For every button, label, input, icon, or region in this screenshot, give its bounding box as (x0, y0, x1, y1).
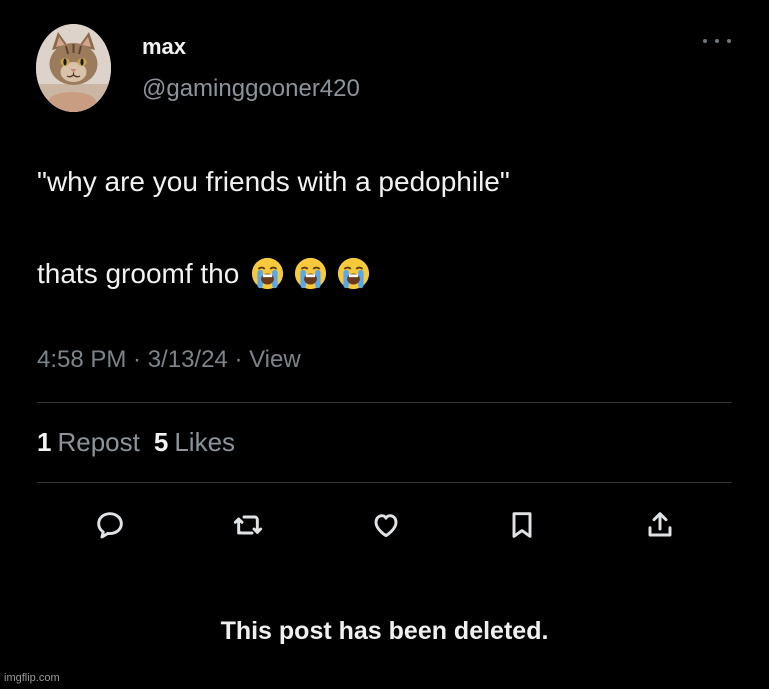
repost-icon (233, 515, 263, 535)
avatar[interactable] (36, 24, 111, 112)
repost-button[interactable] (228, 505, 268, 545)
action-bar (90, 505, 680, 545)
share-icon (648, 512, 672, 537)
divider (37, 402, 732, 403)
reply-button[interactable] (90, 505, 130, 545)
tweet-screenshot: max @gaminggooner420 "why are you friend… (0, 0, 769, 689)
tweet-text-line-2: thats groomf tho (37, 257, 370, 290)
tweet-text-line-1: "why are you friends with a pedophile" (37, 166, 510, 197)
tweet-text-content: thats groomf tho (37, 257, 240, 289)
likes-label: Likes (174, 427, 236, 457)
reply-icon (97, 512, 123, 539)
divider (37, 482, 732, 483)
cat-avatar-icon (36, 24, 111, 112)
reposts-count: 1 (37, 427, 52, 457)
engagement-stats: 1 Repost 5 Likes (37, 427, 235, 458)
heart-icon (374, 514, 398, 538)
author-display-name[interactable]: max (142, 34, 186, 60)
loudly-crying-face-icon (252, 257, 284, 290)
bookmark-icon (512, 512, 532, 538)
author-handle[interactable]: @gaminggooner420 (142, 75, 360, 103)
loudly-crying-face-icon (338, 257, 370, 290)
emoji-group (251, 257, 370, 290)
bookmark-button[interactable] (502, 505, 542, 545)
likes-count: 5 (153, 427, 169, 457)
tweet-timestamp[interactable]: 4:58 PM · 3/13/24 · View (37, 346, 301, 374)
like-button[interactable] (366, 505, 406, 545)
more-options-icon[interactable] (703, 36, 731, 46)
deleted-notice: This post has been deleted. (220, 617, 549, 645)
share-button[interactable] (640, 505, 680, 545)
reposts-label: Repost (57, 427, 140, 457)
reposts-stat[interactable]: 1 Repost (37, 427, 140, 458)
watermark: imgflip.com (4, 672, 60, 684)
loudly-crying-face-icon (295, 257, 327, 290)
likes-stat[interactable]: 5 Likes (154, 427, 235, 458)
